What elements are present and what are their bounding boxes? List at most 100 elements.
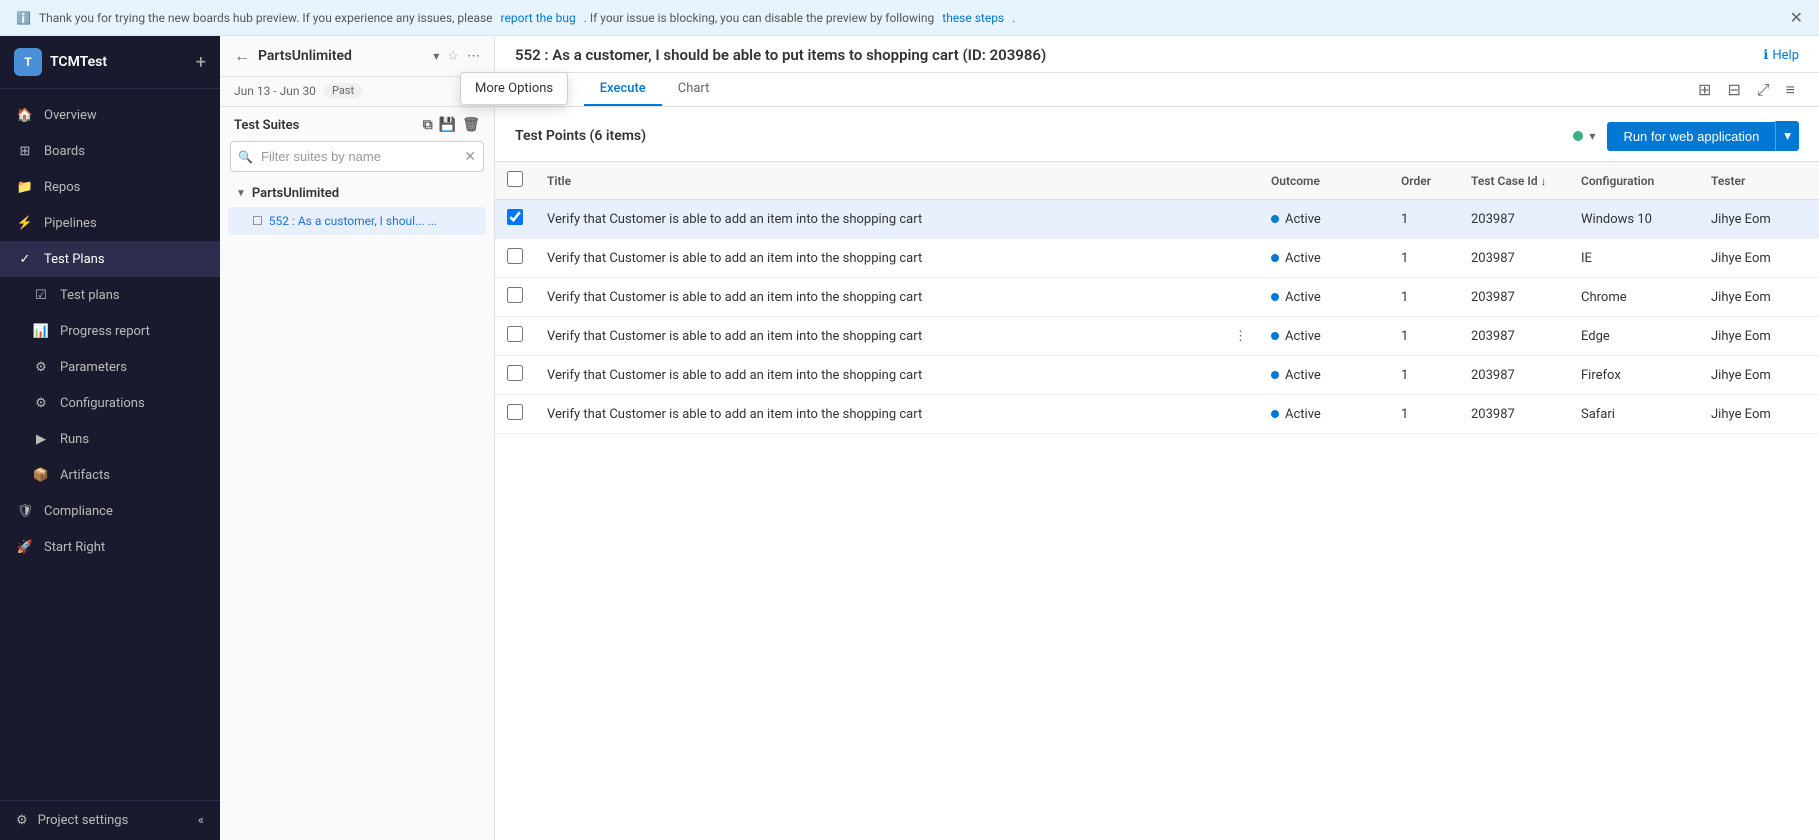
row-test-case-id: 203987 <box>1459 239 1569 278</box>
outcome-dot <box>1271 371 1279 379</box>
row-configuration: Firefox <box>1569 356 1699 395</box>
middle-panel: ← PartsUnlimited ▾ ☆ ⋯ Jun 13 - Jun 30 P… <box>220 36 495 840</box>
test-suites-actions: ⧉ 💾 🗑 <box>423 117 480 133</box>
sidebar-item-label: Overview <box>44 108 97 123</box>
sidebar-item-parameters[interactable]: ⚙ Parameters <box>0 349 220 385</box>
columns-view-icon[interactable]: ⊟ <box>1723 76 1744 103</box>
test-points-table: Title Outcome Order Test Case Id ↓ Confi… <box>495 162 1819 434</box>
sidebar-item-repos[interactable]: 📁 Repos <box>0 169 220 205</box>
suite-tree: ▼ PartsUnlimited ☐ 552 : As a customer, … <box>220 180 494 235</box>
sidebar-item-overview[interactable]: 🏠 Overview <box>0 97 220 133</box>
row-checkbox[interactable] <box>507 326 523 342</box>
table-row: Verify that Customer is able to add an i… <box>495 200 1819 239</box>
sidebar: T TCMTest + 🏠 Overview ⊞ Boards 📁 Repos … <box>0 36 220 840</box>
outcome-label: Active <box>1285 368 1321 383</box>
add-button[interactable]: + <box>196 52 206 73</box>
row-configuration: Edge <box>1569 317 1699 356</box>
col-header-tester: Tester <box>1699 162 1819 200</box>
help-icon: ℹ <box>1763 48 1768 63</box>
more-options-icon[interactable]: ⋯ <box>467 49 480 64</box>
status-indicator[interactable]: ▾ <box>1573 129 1595 143</box>
row-order: 1 <box>1389 200 1459 239</box>
settings-icon[interactable]: ≡ <box>1782 76 1799 104</box>
test-suites-title: Test Suites <box>234 118 299 133</box>
sidebar-item-label: Progress report <box>60 324 150 339</box>
sidebar-item-runs[interactable]: ▶ Runs <box>0 421 220 457</box>
report-bug-link[interactable]: report the bug <box>501 11 576 25</box>
run-btn-dropdown-icon[interactable]: ▾ <box>1775 121 1799 151</box>
row-test-case-id: 203987 <box>1459 395 1569 434</box>
test-plans-icon: ✓ <box>16 250 34 268</box>
sidebar-item-boards[interactable]: ⊞ Boards <box>0 133 220 169</box>
row-checkbox[interactable] <box>507 209 523 225</box>
outcome-dot <box>1271 215 1279 223</box>
col-header-checkbox <box>495 162 535 200</box>
row-checkbox[interactable] <box>507 287 523 303</box>
collapse-sidebar-icon[interactable]: « <box>198 813 204 828</box>
sidebar-item-test-plans[interactable]: ✓ Test Plans <box>0 241 220 277</box>
sidebar-item-label: Configurations <box>60 396 145 411</box>
row-checkbox[interactable] <box>507 365 523 381</box>
copy-icon[interactable]: ⧉ <box>423 117 433 133</box>
test-suites-header: Test Suites ⧉ 💾 🗑 <box>220 107 494 141</box>
row-tester: Jihye Eom <box>1699 395 1819 434</box>
table-header-row: Title Outcome Order Test Case Id ↓ Confi… <box>495 162 1819 200</box>
these-steps-link[interactable]: these steps <box>942 11 1004 25</box>
suite-item-icon: ☐ <box>252 214 263 228</box>
main-content: 552 : As a customer, I should be able to… <box>495 36 1819 840</box>
suite-item-552[interactable]: ☐ 552 : As a customer, I shoul... ... <box>228 207 486 235</box>
sidebar-item-test-plans-sub[interactable]: ☑ Test plans <box>0 277 220 313</box>
chevron-down-icon: ▼ <box>236 188 246 199</box>
sidebar-item-compliance[interactable]: 🛡 Compliance <box>0 493 220 529</box>
delete-icon[interactable]: 🗑 <box>462 117 480 133</box>
sidebar-item-progress-report[interactable]: 📊 Progress report <box>0 313 220 349</box>
row-tester: Jihye Eom <box>1699 356 1819 395</box>
close-icon[interactable]: ✕ <box>1790 8 1803 27</box>
expand-icon[interactable]: ⤢ <box>1753 76 1774 104</box>
project-settings-icon: ⚙ <box>16 813 28 828</box>
tab-execute[interactable]: Execute <box>584 73 662 106</box>
project-settings[interactable]: ⚙ Project settings « <box>0 800 220 840</box>
select-all-checkbox[interactable] <box>507 171 523 187</box>
run-btn-wrapper: ▾ Run for web application ▾ <box>1573 121 1799 151</box>
row-order: 1 <box>1389 239 1459 278</box>
row-configuration: Chrome <box>1569 278 1699 317</box>
app-logo: T <box>14 48 42 76</box>
row-configuration: Safari <box>1569 395 1699 434</box>
save-icon[interactable]: 💾 <box>439 117 456 133</box>
row-more-options[interactable]: ⋮ <box>1234 329 1247 344</box>
row-outcome: Active <box>1259 356 1389 395</box>
col-header-outcome: Outcome <box>1259 162 1389 200</box>
sidebar-item-label: Start Right <box>44 540 105 555</box>
filter-input-wrapper: 🔍 ✕ <box>230 141 484 172</box>
row-checkbox[interactable] <box>507 404 523 420</box>
status-dropdown-icon[interactable]: ▾ <box>1589 129 1595 143</box>
row-outcome: Active <box>1259 278 1389 317</box>
back-button[interactable]: ← <box>234 46 250 66</box>
test-points-header: Test Points (6 items) ▾ Run for web appl… <box>495 107 1819 162</box>
sidebar-item-pipelines[interactable]: ⚡ Pipelines <box>0 205 220 241</box>
row-title: Verify that Customer is able to add an i… <box>535 356 1259 395</box>
filter-clear-icon[interactable]: ✕ <box>464 149 476 165</box>
row-test-case-id: 203987 <box>1459 356 1569 395</box>
date-range-text: Jun 13 - Jun 30 <box>234 84 316 98</box>
test-plans-sub-icon: ☑ <box>32 286 50 304</box>
sidebar-item-configurations[interactable]: ⚙ Configurations <box>0 385 220 421</box>
sidebar-item-artifacts[interactable]: 📦 Artifacts <box>0 457 220 493</box>
sidebar-header: T TCMTest + <box>0 36 220 89</box>
col-header-testcase-id[interactable]: Test Case Id ↓ <box>1459 162 1569 200</box>
row-checkbox[interactable] <box>507 248 523 264</box>
help-link[interactable]: ℹ Help <box>1763 48 1799 63</box>
tab-chart[interactable]: Chart <box>662 73 726 106</box>
sidebar-item-start-right[interactable]: 🚀 Start Right <box>0 529 220 565</box>
filter-suites-input[interactable] <box>230 141 484 172</box>
row-checkbox-cell <box>495 278 535 317</box>
star-icon[interactable]: ☆ <box>447 49 459 64</box>
run-for-web-button[interactable]: Run for web application <box>1607 122 1775 151</box>
sidebar-item-label: Test Plans <box>44 252 105 267</box>
grid-view-icon[interactable]: ⊞ <box>1694 76 1715 103</box>
project-dropdown-icon[interactable]: ▾ <box>433 49 439 63</box>
row-outcome: Active <box>1259 317 1389 356</box>
col-header-title[interactable]: Title <box>535 162 1259 200</box>
suite-group-partsunlimited[interactable]: ▼ PartsUnlimited <box>228 180 486 207</box>
